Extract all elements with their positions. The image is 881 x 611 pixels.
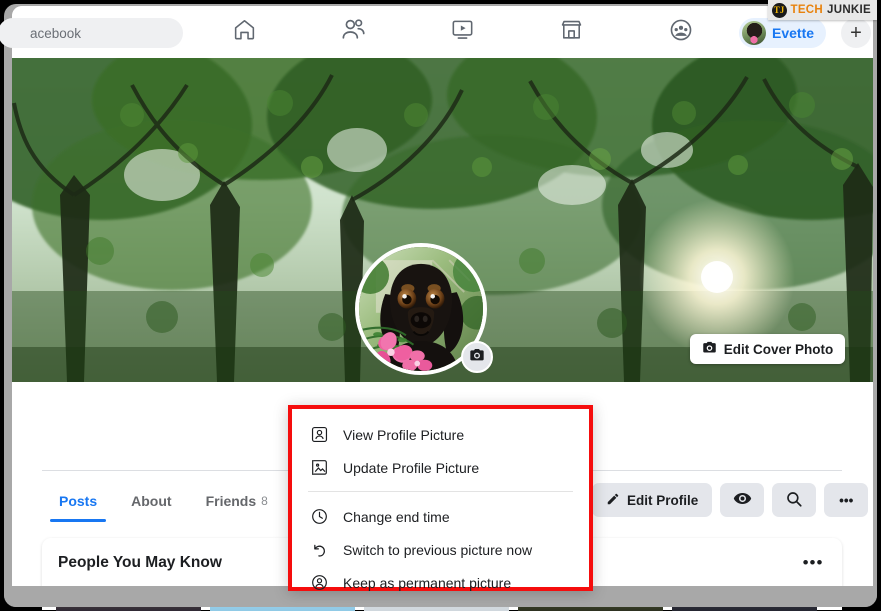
friends-icon — [340, 16, 367, 48]
tab-about[interactable]: About — [114, 480, 188, 522]
avatar — [742, 21, 766, 45]
tab-friends-label: Friends — [205, 493, 257, 509]
video-icon — [450, 17, 475, 47]
people-you-may-know-more-button[interactable]: ••• — [798, 550, 828, 576]
tab-posts-label: Posts — [59, 493, 98, 509]
search-value: acebook — [30, 25, 82, 41]
menu-item-change-end-time[interactable]: Change end time — [292, 500, 589, 533]
menu-item-label: Keep as permanent picture — [343, 574, 512, 591]
add-new-button[interactable]: + — [841, 18, 871, 48]
search-input[interactable]: acebook — [0, 18, 183, 48]
nav-groups[interactable] — [658, 14, 704, 50]
tab-about-label: About — [131, 493, 172, 509]
undo-arrow-icon — [308, 539, 330, 561]
screenshot-root: Edit Cover Photo Posts About Friends 8 E… — [0, 0, 881, 611]
menu-item-label: Change end time — [343, 508, 450, 525]
tab-posts[interactable]: Posts — [42, 480, 114, 522]
marketplace-icon — [559, 17, 584, 47]
clock-icon — [308, 506, 330, 528]
profile-picture-context-menu: View Profile Picture Update Profile Pict… — [288, 405, 593, 591]
nav-marketplace[interactable] — [549, 14, 595, 50]
person-circle-icon — [308, 572, 330, 594]
edit-profile-label: Edit Profile — [627, 492, 699, 508]
menu-item-update-profile-picture[interactable]: Update Profile Picture — [292, 451, 589, 484]
menu-item-label: Switch to previous picture now — [343, 541, 533, 558]
person-square-icon — [308, 424, 330, 446]
camera-icon — [469, 347, 485, 368]
menu-separator — [308, 491, 573, 492]
techjunkie-badge: TJ — [771, 2, 787, 18]
menu-item-label: View Profile Picture — [343, 426, 465, 443]
menu-item-label: Update Profile Picture — [343, 459, 480, 476]
menu-item-switch-to-previous-picture[interactable]: Switch to previous picture now — [292, 533, 589, 566]
home-icon — [232, 17, 257, 47]
nav-icon-group — [190, 6, 735, 58]
pencil-icon — [606, 492, 620, 509]
profile-more-button[interactable]: ••• — [824, 483, 869, 517]
top-navigation-bar: acebook Evette + — [0, 6, 873, 58]
search-icon — [785, 490, 803, 511]
user-name: Evette — [772, 25, 815, 41]
profile-picture-wrap — [355, 243, 493, 375]
more-dots-icon: ••• — [839, 492, 854, 508]
techjunkie-junkie-label: JUNKIE — [827, 4, 871, 16]
techjunkie-tech-label: TECH — [790, 4, 824, 16]
nav-video[interactable] — [440, 14, 486, 50]
tab-friends-count: 8 — [261, 494, 268, 508]
user-account-button[interactable]: Evette — [739, 18, 827, 48]
groups-icon — [668, 17, 694, 48]
profile-search-button[interactable] — [772, 483, 817, 517]
nav-friends[interactable] — [331, 14, 377, 50]
plus-icon: + — [850, 22, 862, 44]
update-profile-picture-button[interactable] — [461, 341, 493, 373]
edit-cover-photo-button[interactable]: Edit Cover Photo — [690, 334, 845, 364]
menu-item-view-profile-picture[interactable]: View Profile Picture — [292, 418, 589, 451]
people-you-may-know-title: People You May Know — [58, 554, 222, 571]
profile-action-buttons: Edit Profile ••• — [592, 483, 869, 517]
eye-icon — [733, 489, 752, 511]
menu-item-keep-as-permanent-picture[interactable]: Keep as permanent picture — [292, 566, 589, 599]
tab-friends[interactable]: Friends 8 — [189, 480, 285, 522]
techjunkie-watermark: TJ TECH JUNKIE — [767, 0, 877, 20]
edit-cover-photo-label: Edit Cover Photo — [723, 341, 834, 357]
view-as-button[interactable] — [720, 483, 765, 517]
photo-square-icon — [308, 457, 330, 479]
camera-icon — [702, 340, 717, 358]
edit-profile-button[interactable]: Edit Profile — [592, 483, 713, 517]
nav-home[interactable] — [222, 14, 268, 50]
context-menu-inner: View Profile Picture Update Profile Pict… — [292, 409, 589, 591]
